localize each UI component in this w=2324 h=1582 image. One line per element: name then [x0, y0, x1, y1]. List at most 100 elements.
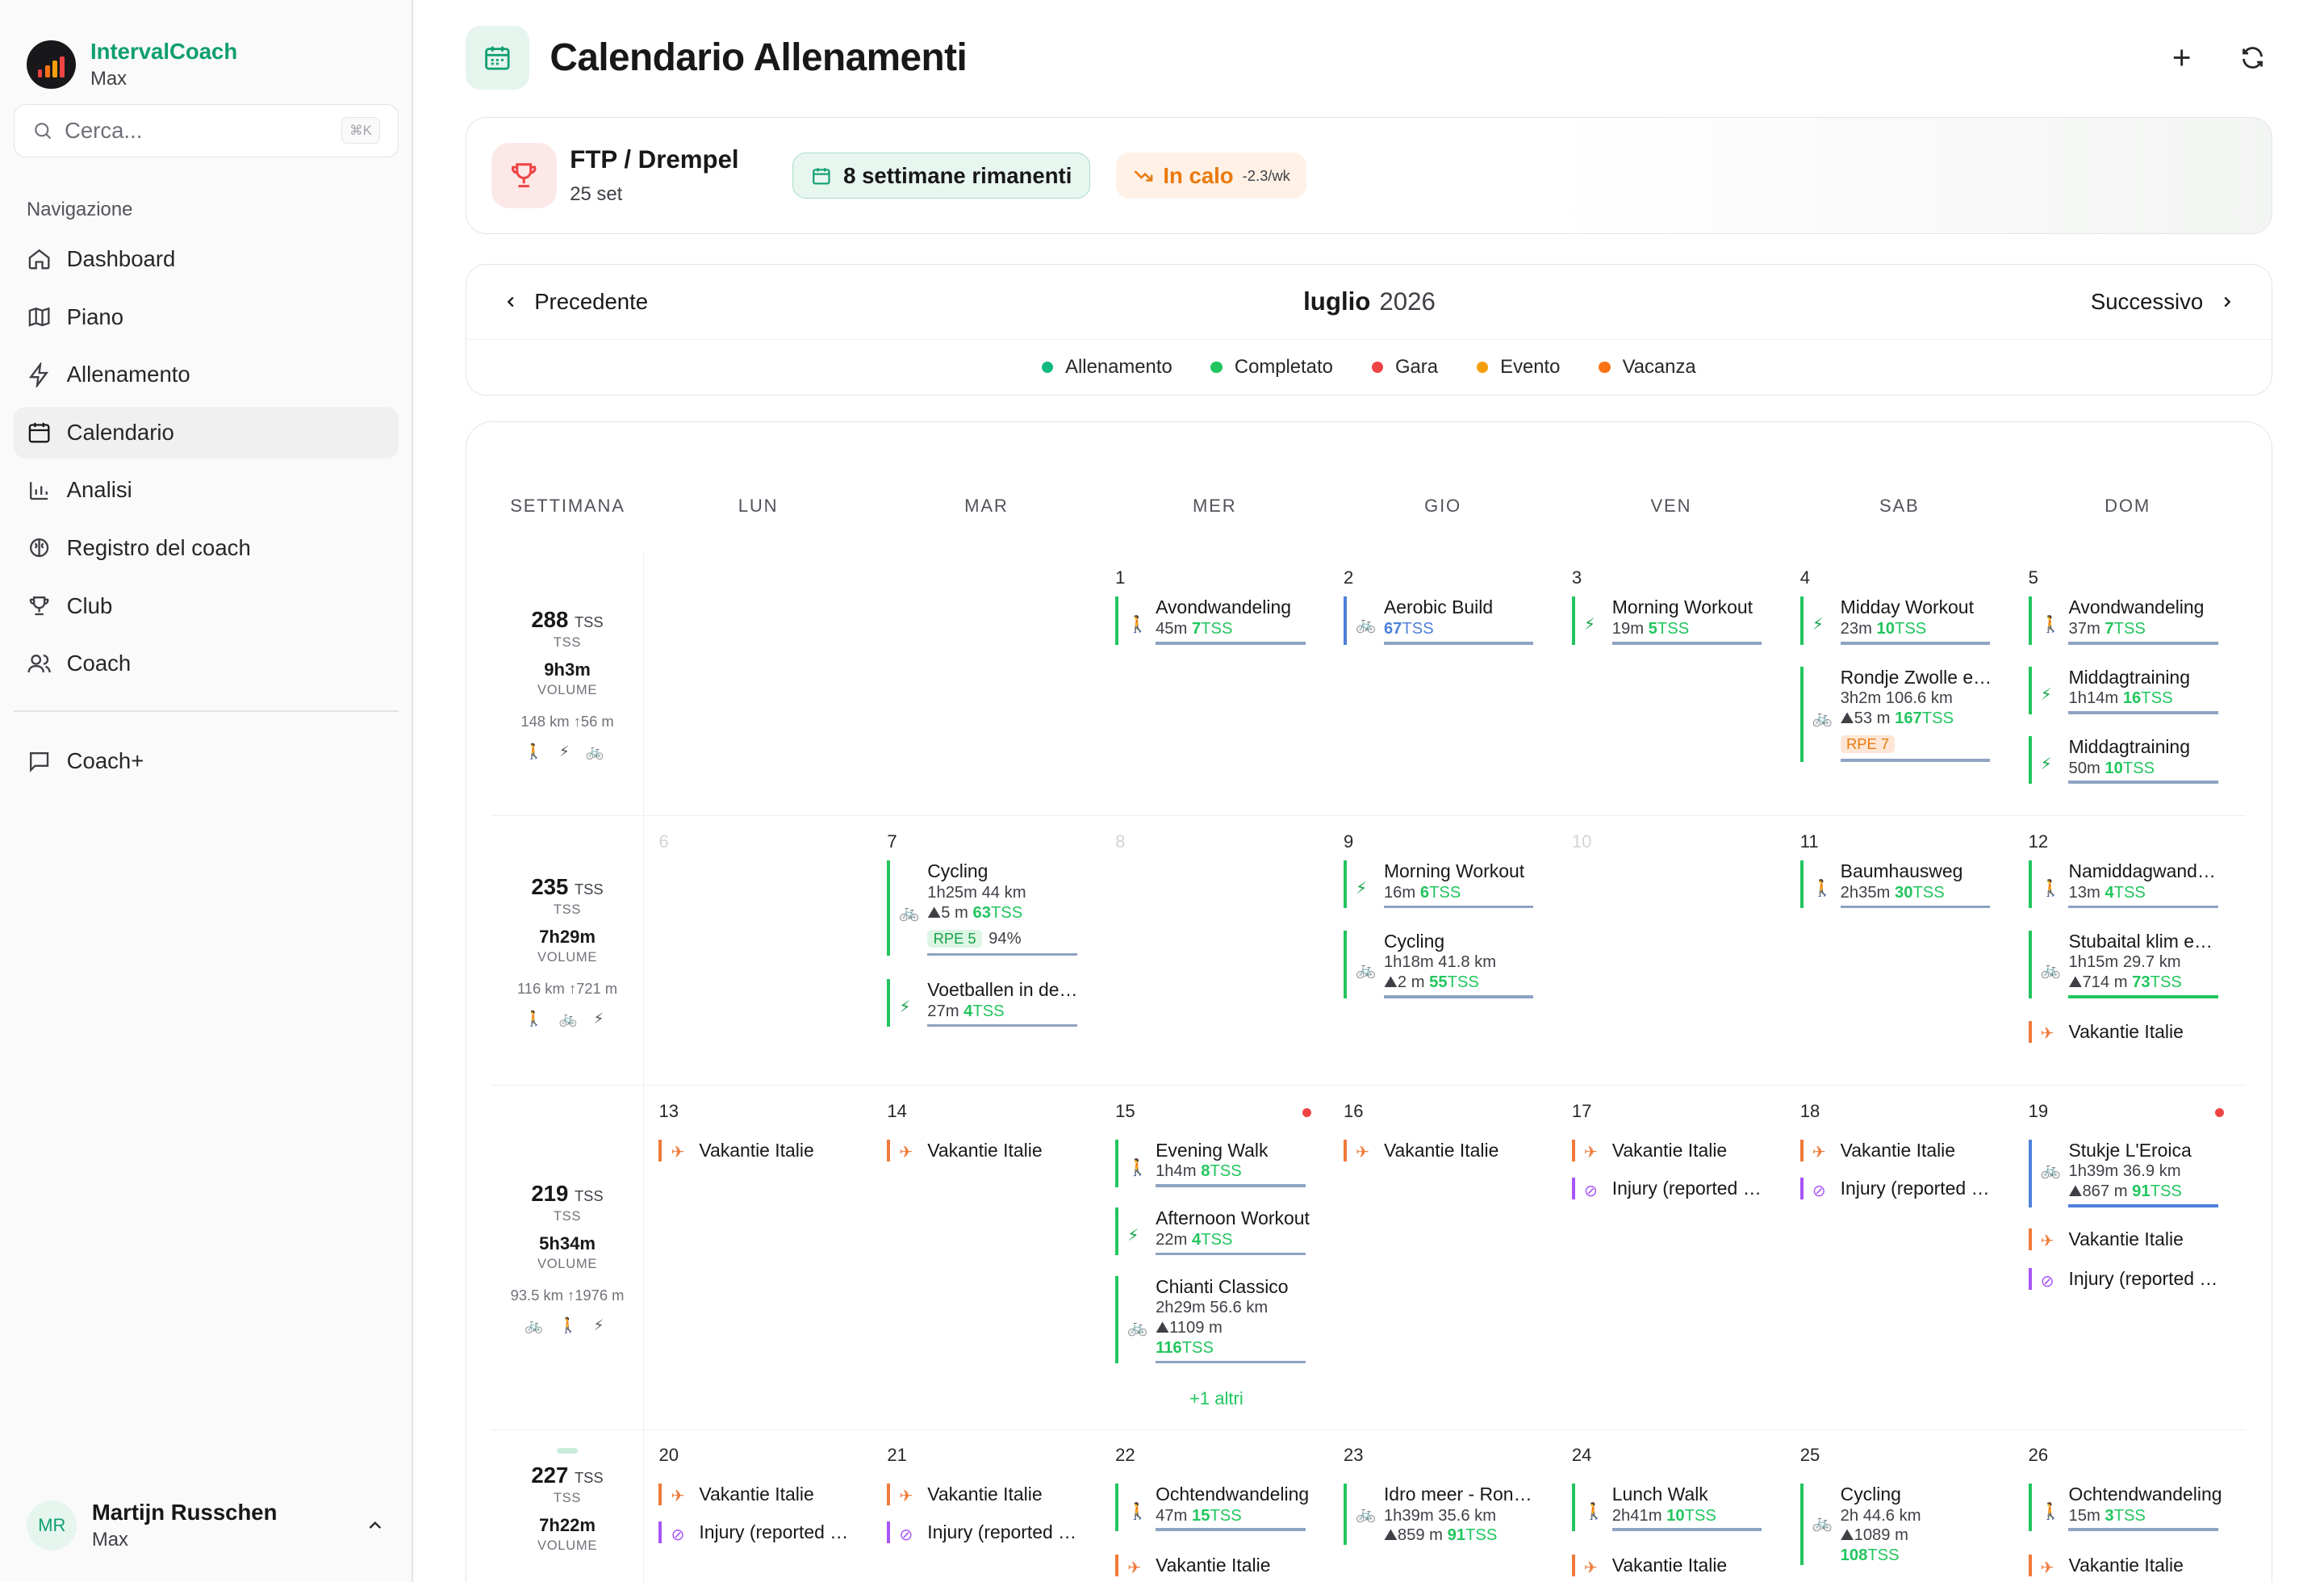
day-cell[interactable]: 17 ✈ Vakantie Italie ⊘ Injury (reported by… — [1557, 1086, 1786, 1429]
nav-item-calendario[interactable]: Calendario — [13, 406, 399, 458]
workout-event[interactable]: ⚡ Midday Workout 23m 10TSS — [1799, 596, 1996, 645]
day-cell[interactable]: 4 ⚡ Midday Workout 23m 10TSS 🚲 Rondje Zwoll… — [1785, 552, 2013, 815]
activity-icon: ⚡ — [1812, 616, 1824, 634]
nav-item-coach[interactable]: Coach — [14, 638, 399, 689]
ban-icon: ⊘ — [1583, 1182, 1598, 1200]
vacation-event[interactable]: ✈ Vakantie Italie — [1344, 1139, 1539, 1161]
day-cell[interactable]: 7 🚲 Cycling 1h25m 44 km ⛰5 m 63TSS RPE 5 94%… — [872, 816, 1101, 1085]
day-cell[interactable] — [872, 552, 1101, 815]
day-cell[interactable]: 16 ✈ Vakantie Italie — [1329, 1086, 1557, 1429]
vacation-event[interactable]: ✈ Vakantie Italie — [2028, 1020, 2224, 1043]
workout-event[interactable]: 🚶 Lunch Walk 2h41m 10TSS — [1571, 1483, 1767, 1531]
day-cell[interactable]: 26 🚶 Ochtendwandeling 15m 3TSS ✈ Vakantie I… — [2013, 1430, 2242, 1582]
workout-event[interactable]: 🚶 Ochtendwandeling 47m 15TSS — [1115, 1483, 1310, 1531]
activity-icon: ⚡ — [899, 998, 911, 1017]
day-cell[interactable]: 19 🚲 Stukje L'Eroica 1h39m 36.9 km ⛰867 m 9… — [2013, 1086, 2242, 1429]
weeks-remaining-badge: 8 settimane rimanenti — [792, 153, 1091, 199]
nav-item-registro[interactable]: Registro del coach — [14, 522, 399, 574]
more-events-link[interactable]: +1 altri — [1189, 1388, 1244, 1409]
vacation-event[interactable]: ✈ Vakantie Italie — [658, 1139, 854, 1161]
brand[interactable]: IntervalCoach Max — [0, 0, 412, 104]
week-summary: 235 TSS TSS 7h29m VOLUME 116 km ↑721 m 🚶… — [491, 816, 645, 1086]
workout-event[interactable]: 🚶 Avondwandeling 45m 7TSS — [1115, 596, 1310, 645]
day-cell[interactable]: 15 🚶 Evening Walk 1h4m 8TSS ⚡ Afternoon Wor… — [1101, 1086, 1329, 1429]
nav-item-piano[interactable]: Piano — [14, 291, 399, 342]
refresh-button[interactable] — [2234, 39, 2272, 77]
workout-event[interactable]: ⚡ Morning Workout 16m 6TSS — [1344, 860, 1539, 909]
day-cell[interactable]: 24 🚶 Lunch Walk 2h41m 10TSS ✈ Vakantie Ital… — [1557, 1430, 1786, 1582]
bike-icon: 🚲 — [2040, 961, 2061, 980]
day-cell[interactable]: 12 🚶 Namiddagwandeling 13m 4TSS 🚲 Stubaital… — [2013, 816, 2242, 1085]
vacation-event[interactable]: ✈ Vakantie Italie — [658, 1483, 854, 1505]
workout-event[interactable]: 🚶 Namiddagwandeling 13m 4TSS — [2028, 860, 2224, 909]
workout-event[interactable]: 🚲 Cycling 1h25m 44 km ⛰5 m 63TSS RPE 5 94% — [887, 860, 1082, 956]
nav-item-analisi[interactable]: Analisi — [14, 464, 399, 516]
day-cell[interactable]: 21 ✈ Vakantie Italie ⊘ Injury (reported by… — [872, 1430, 1101, 1582]
workout-event[interactable]: ⚡ Middagtraining 1h14m 16TSS — [2028, 666, 2224, 714]
day-cell[interactable]: 5 🚶 Avondwandeling 37m 7TSS ⚡ Middagtrainin… — [2013, 552, 2242, 815]
vacation-event[interactable]: ✈ Vakantie Italie — [1571, 1554, 1767, 1577]
user-menu[interactable]: MR Martijn Russchen Max — [14, 1484, 399, 1567]
main-content: Calendario Allenamenti + FTP / Drempel 2… — [413, 0, 2324, 1582]
bike-icon: 🚲 — [1127, 1318, 1148, 1337]
previous-month-button[interactable]: Precedente — [502, 289, 648, 315]
next-month-button[interactable]: Successivo — [2091, 289, 2236, 315]
day-cell[interactable]: 14 ✈ Vakantie Italie — [872, 1086, 1101, 1429]
nav-item-club[interactable]: Club — [14, 580, 399, 632]
day-cell[interactable]: 9 ⚡ Morning Workout 16m 6TSS 🚲 Cycling 1h18m… — [1329, 816, 1557, 1085]
day-cell[interactable] — [644, 552, 872, 815]
walk-icon: 🚶 — [1127, 1158, 1148, 1177]
workout-event[interactable]: 🚶 Ochtendwandeling 15m 3TSS — [2028, 1483, 2224, 1531]
workout-event[interactable]: ⚡ Afternoon Workout 22m 4TSS — [1115, 1207, 1310, 1256]
day-cell[interactable]: 20 ✈ Vakantie Italie ⊘ Injury (reported by… — [644, 1430, 872, 1582]
day-cell[interactable]: 25 🚲 Cycling 2h 44.6 km ⛰1089 m 108TSS — [1785, 1430, 2013, 1582]
nav-divider — [13, 710, 399, 712]
vacation-event[interactable]: ✈ Vakantie Italie — [1571, 1139, 1767, 1161]
day-cell[interactable]: 3 ⚡ Morning Workout 19m 5TSS — [1557, 552, 1786, 815]
day-cell[interactable]: 1 🚶 Avondwandeling 45m 7TSS — [1101, 552, 1329, 815]
add-button[interactable]: + — [2163, 39, 2201, 77]
workout-event[interactable]: 🚲Rondje Zwolle en omgeving3h2m 106.6 km⛰… — [1799, 666, 1996, 762]
vacation-event[interactable]: ✈ Vakantie Italie — [887, 1483, 1082, 1505]
workout-event[interactable]: 🚲 Cycling 1h18m 41.8 km ⛰2 m 55TSS — [1344, 930, 1539, 998]
injury-event[interactable]: ⊘Injury (reported by athlete) — [1799, 1178, 1996, 1200]
day-cell[interactable]: 18 ✈ Vakantie Italie ⊘ Injury (reported by… — [1785, 1086, 2013, 1429]
workout-event[interactable]: ⚡Voetballen in de middag27m 4TSS — [887, 979, 1082, 1027]
trend-badge: In calo -2.3/wk — [1115, 153, 1307, 199]
workout-event[interactable]: ⚡ Morning Workout 19m 5TSS — [1571, 596, 1767, 645]
day-cell[interactable]: 11 🚶 Baumhausweg 2h35m 30TSS — [1785, 816, 2013, 1085]
workout-event[interactable]: 🚲 Aerobic Build 67TSS — [1344, 596, 1539, 645]
injury-event[interactable]: ⊘Injury (reported by athlete) — [2028, 1268, 2224, 1291]
workout-event[interactable]: 🚲 Chianti Classico 2h29m 56.6 km ⛰1109 m 116… — [1115, 1275, 1310, 1364]
day-cell[interactable]: 13 ✈ Vakantie Italie — [644, 1086, 872, 1429]
injury-event[interactable]: ⊘Injury (reported by athlete) — [1571, 1178, 1767, 1200]
vacation-event[interactable]: ✈ Vakantie Italie — [2028, 1554, 2224, 1577]
vacation-event[interactable]: ✈ Vakantie Italie — [1115, 1554, 1310, 1577]
goal-date: 25 set — [570, 183, 623, 206]
day-cell[interactable]: 22 🚶 Ochtendwandeling 47m 15TSS ✈ Vakantie … — [1101, 1430, 1329, 1582]
workout-event[interactable]: 🚲 Idro meer - Rondje 1h39m 35.6 km ⛰859 m 9… — [1344, 1483, 1539, 1546]
day-cell[interactable]: 10 — [1557, 816, 1786, 1085]
day-cell[interactable]: 8 — [1101, 816, 1329, 1085]
vacation-event[interactable]: ✈ Vakantie Italie — [2028, 1228, 2224, 1250]
calendar-icon — [465, 26, 529, 90]
workout-event[interactable]: 🚶 Evening Walk 1h4m 8TSS — [1115, 1139, 1310, 1187]
vacation-event[interactable]: ✈ Vakantie Italie — [1799, 1139, 1996, 1161]
injury-event[interactable]: ⊘Injury (reported by athlete) — [887, 1521, 1082, 1544]
day-cell[interactable]: 6 — [644, 816, 872, 1085]
injury-event[interactable]: ⊘Injury (reported by athlete) — [658, 1521, 854, 1544]
workout-event[interactable]: 🚲Stubaital klim en afdaling1h15m 29.7 km… — [2028, 930, 2224, 998]
workout-event[interactable]: 🚲 Stukje L'Eroica 1h39m 36.9 km ⛰867 m 91TS… — [2028, 1139, 2224, 1207]
workout-event[interactable]: ⚡ Middagtraining 50m 10TSS — [2028, 735, 2224, 785]
workout-event[interactable]: 🚶 Avondwandeling 37m 7TSS — [2028, 596, 2224, 645]
workout-event[interactable]: 🚲 Cycling 2h 44.6 km ⛰1089 m 108TSS — [1799, 1483, 1996, 1566]
nav-item-allenamento[interactable]: Allenamento — [14, 349, 399, 400]
nav-item-coach-plus[interactable]: Coach+ — [14, 735, 399, 787]
plane-icon: ✈ — [899, 1144, 913, 1162]
workout-event[interactable]: 🚶 Baumhausweg 2h35m 30TSS — [1799, 860, 1996, 909]
vacation-event[interactable]: ✈ Vakantie Italie — [887, 1139, 1082, 1162]
search-input[interactable]: Cerca... ⌘K — [13, 103, 399, 157]
nav-item-dashboard[interactable]: Dashboard — [14, 233, 399, 285]
day-cell[interactable]: 2 🚲 Aerobic Build 67TSS — [1329, 552, 1557, 815]
day-cell[interactable]: 23 🚲 Idro meer - Rondje 1h39m 35.6 km ⛰859 … — [1329, 1430, 1557, 1582]
